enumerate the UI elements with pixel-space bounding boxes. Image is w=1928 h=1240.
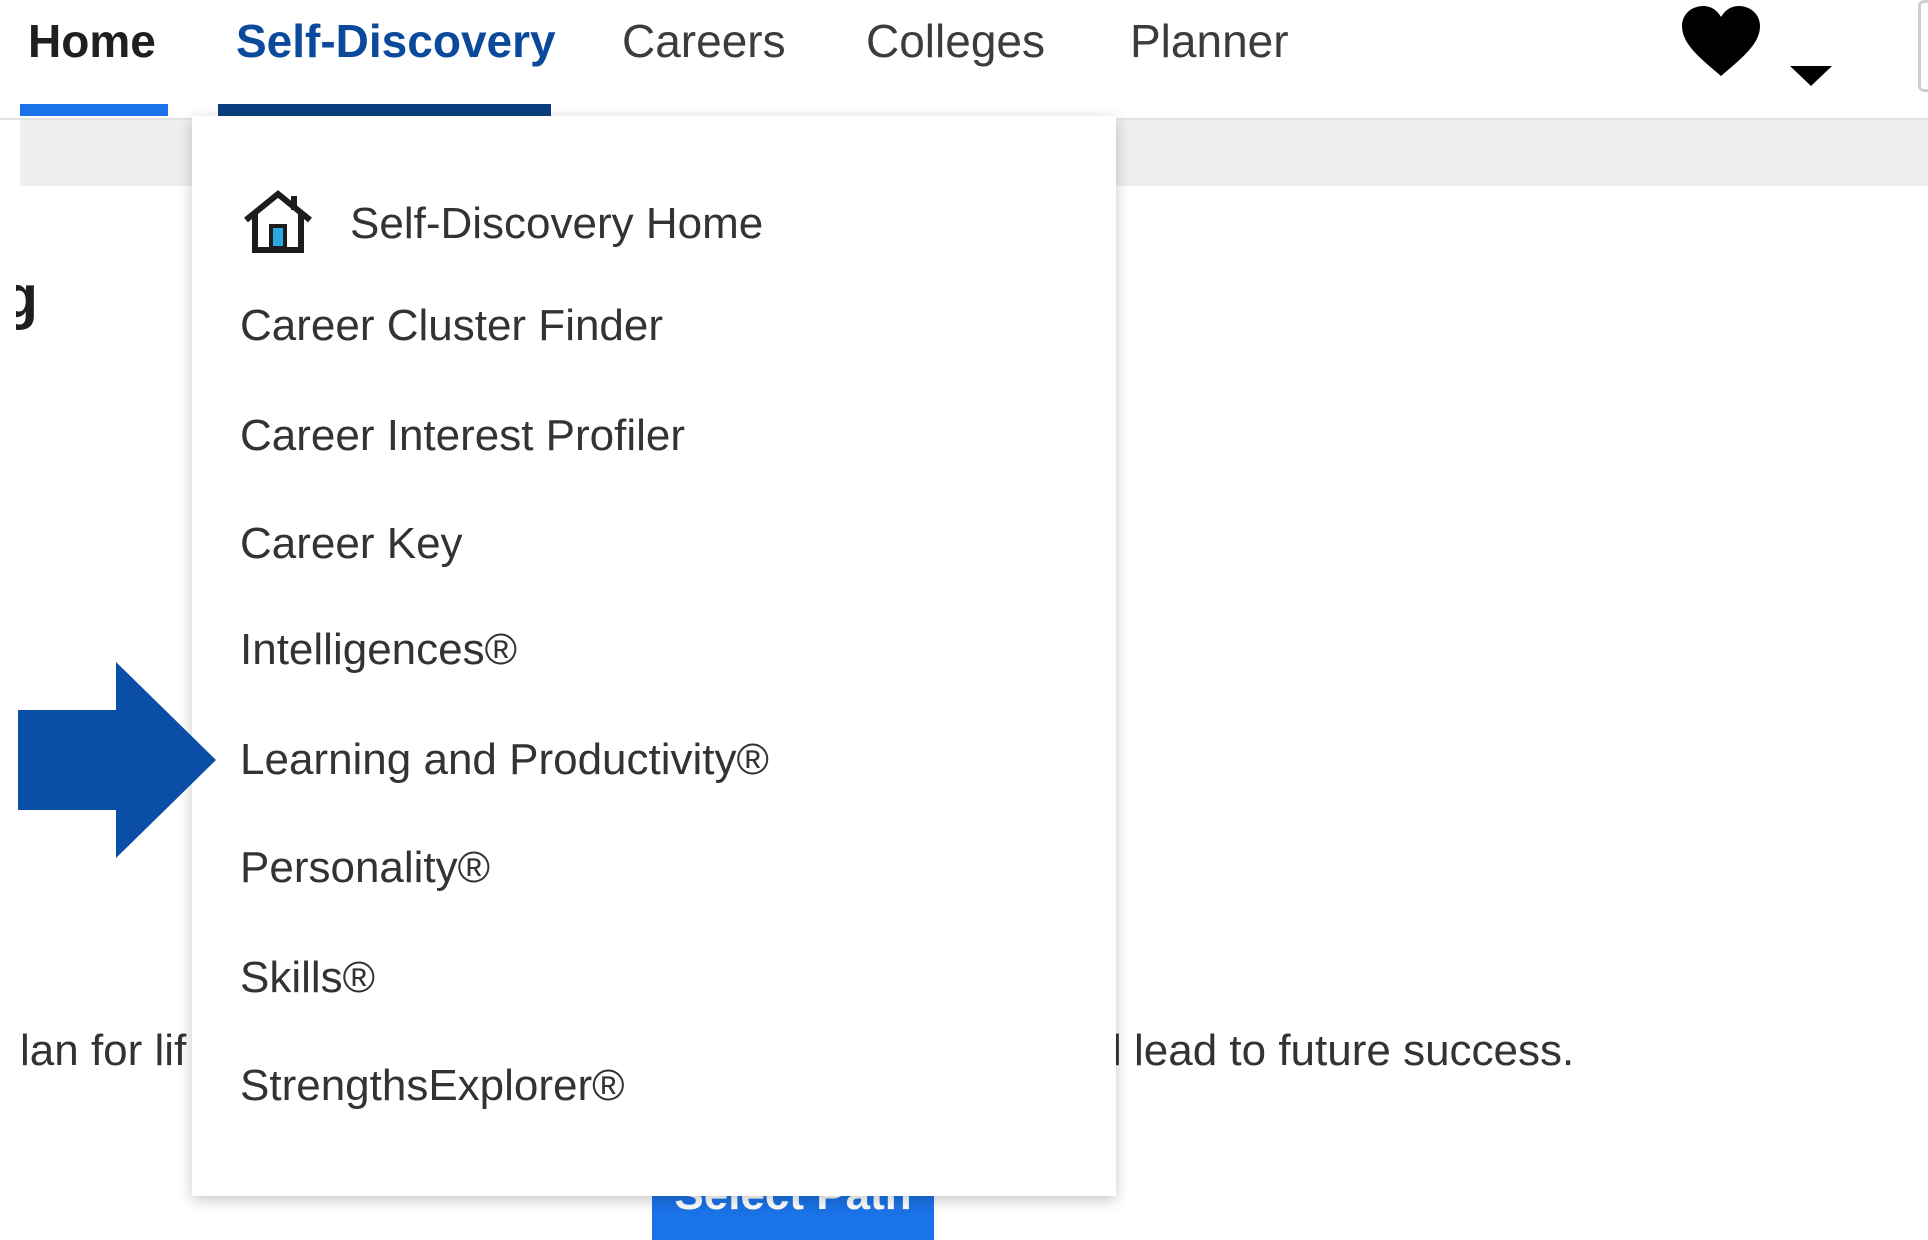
menu-item-strengthsexplorer[interactable]: StrengthsExplorer® [240,1054,625,1118]
nav-colleges[interactable]: Colleges [866,10,1045,72]
nav-home[interactable]: Home [28,10,156,72]
nav-planner[interactable]: Planner [1130,10,1289,72]
house-icon [244,190,312,253]
arrow-right-icon [18,662,216,858]
top-navigation: Home Self-Discovery Careers Colleges Pla… [0,0,1928,120]
menu-item-learning-and-productivity[interactable]: Learning and Productivity® [240,728,769,792]
menu-item-career-interest-profiler[interactable]: Career Interest Profiler [240,404,685,468]
intro-text-right: l lead to future success. [1112,1026,1575,1075]
menu-item-label: Self-Discovery Home [350,199,764,248]
page-heading: ng [16,263,38,330]
menu-item-skills[interactable]: Skills® [240,946,375,1010]
menu-item-career-key[interactable]: Career Key [240,512,463,576]
caret-down-icon[interactable] [1790,62,1832,88]
menu-item-personality[interactable]: Personality® [240,836,490,900]
partial-control[interactable] [1918,0,1928,92]
self-discovery-tab-indicator [218,104,551,116]
nav-careers[interactable]: Careers [622,10,786,72]
menu-item-intelligences[interactable]: Intelligences® [240,618,517,682]
home-tab-indicator [20,104,168,116]
self-discovery-dropdown: Self-Discovery Home Career Cluster Finde… [192,116,1116,1196]
intro-text-left: lan for lif [20,1026,187,1075]
nav-self-discovery[interactable]: Self-Discovery [236,10,556,72]
menu-item-career-cluster-finder[interactable]: Career Cluster Finder [240,294,663,358]
heart-icon[interactable] [1680,6,1762,78]
